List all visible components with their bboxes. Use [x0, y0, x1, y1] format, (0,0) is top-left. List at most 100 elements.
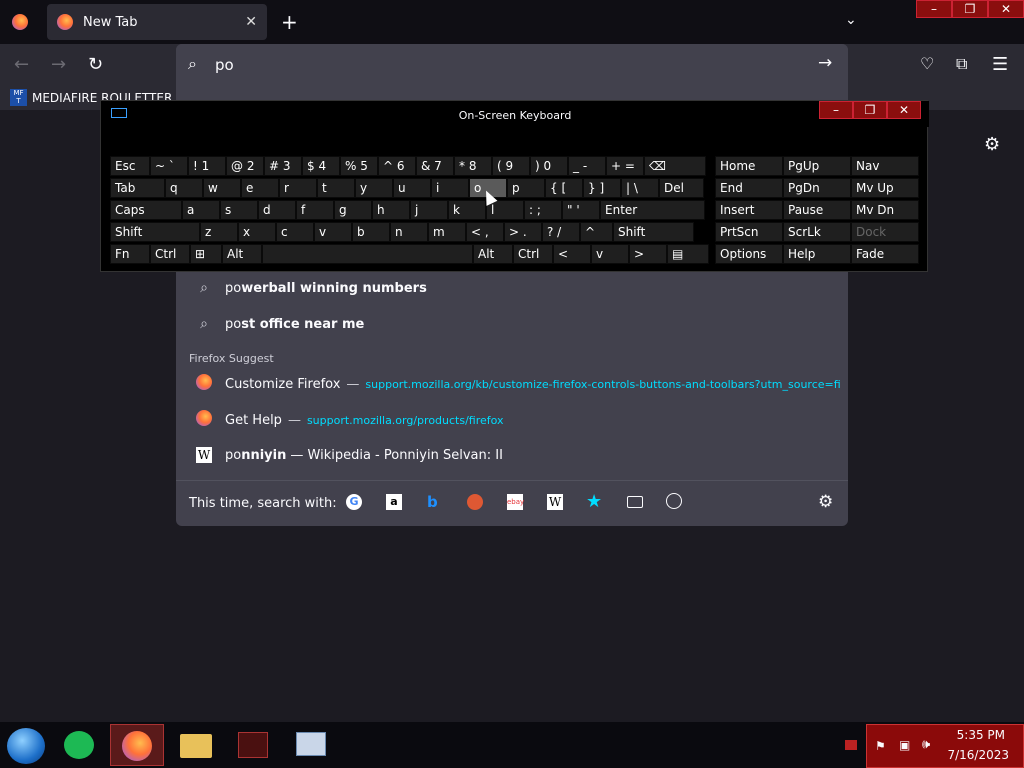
osk-key[interactable]: Del	[659, 178, 704, 198]
osk-key[interactable]: v	[314, 222, 352, 242]
osk-key[interactable]: ^	[580, 222, 613, 242]
backspace-icon[interactable]: ⌫	[644, 156, 706, 176]
taskbar-firefox-icon[interactable]	[110, 724, 164, 766]
osk-key[interactable]: ( 9	[492, 156, 530, 176]
osk-key[interactable]: Pause	[783, 200, 851, 220]
close-window-icon[interactable]: ✕	[887, 101, 921, 119]
osk-key[interactable]: Shift	[110, 222, 200, 242]
space-bar[interactable]	[262, 244, 473, 264]
taskbar-osk-icon[interactable]	[284, 724, 338, 766]
wikipedia-engine-icon[interactable]: W	[547, 494, 563, 510]
firefox-menu-icon[interactable]	[12, 14, 28, 30]
osk-key[interactable]: } ]	[583, 178, 621, 198]
osk-key[interactable]: u	[393, 178, 431, 198]
osk-key[interactable]: @ 2	[226, 156, 264, 176]
osk-key[interactable]: > .	[504, 222, 542, 242]
clock-date[interactable]: 7/16/2023	[947, 748, 1009, 762]
start-orb-icon[interactable]	[7, 728, 45, 764]
osk-key[interactable]: Esc	[110, 156, 150, 176]
osk-key[interactable]: Dock	[851, 222, 919, 242]
osk-key[interactable]: Alt	[473, 244, 513, 264]
osk-key[interactable]: PgDn	[783, 178, 851, 198]
osk-key[interactable]: Fn	[110, 244, 150, 264]
firefox-suggest-row[interactable]: Get Help — support.mozilla.org/products/…	[176, 402, 848, 438]
search-settings-icon[interactable]: ⚙	[818, 492, 833, 512]
osk-key[interactable]: Home	[715, 156, 783, 176]
osk-key[interactable]: Alt	[222, 244, 262, 264]
osk-key[interactable]: x	[238, 222, 276, 242]
osk-key[interactable]: j	[410, 200, 448, 220]
osk-key[interactable]: PrtScn	[715, 222, 783, 242]
clock-time[interactable]: 5:35 PM	[957, 728, 1005, 742]
osk-key[interactable]: Nav	[851, 156, 919, 176]
osk-key[interactable]: s	[220, 200, 258, 220]
taskbar-explorer-icon[interactable]	[168, 724, 222, 766]
osk-key[interactable]: c	[276, 222, 314, 242]
osk-key[interactable]: b	[352, 222, 390, 242]
osk-key[interactable]: ~ `	[150, 156, 188, 176]
osk-key[interactable]: ScrLk	[783, 222, 851, 242]
new-tab-icon[interactable]: +	[281, 10, 298, 34]
extensions-icon[interactable]: ⧉	[956, 54, 967, 74]
osk-key[interactable]: p	[507, 178, 545, 198]
osk-key[interactable]: a	[182, 200, 220, 220]
taskbar-app-icon[interactable]	[226, 724, 280, 766]
osk-key[interactable]: " '	[562, 200, 600, 220]
osk-key[interactable]: h	[372, 200, 410, 220]
osk-key[interactable]: & 7	[416, 156, 454, 176]
suggestion-row[interactable]: ⌕ po st office near me	[176, 306, 848, 342]
osk-key[interactable]: Insert	[715, 200, 783, 220]
osk-key[interactable]: v	[591, 244, 629, 264]
osk-key[interactable]: g	[334, 200, 372, 220]
osk-key[interactable]: # 3	[264, 156, 302, 176]
osk-key[interactable]: t	[317, 178, 355, 198]
ebay-icon[interactable]: ebay	[507, 494, 524, 510]
action-center-icon[interactable]: ⚑	[875, 739, 886, 753]
minimize-icon[interactable]: –	[916, 0, 952, 18]
back-icon[interactable]: ←	[14, 54, 29, 75]
osk-key[interactable]: e	[241, 178, 279, 198]
osk-key[interactable]: m	[428, 222, 466, 242]
osk-key[interactable]: z	[200, 222, 238, 242]
tab-new-tab[interactable]: New Tab ✕	[47, 4, 267, 40]
history-icon[interactable]	[666, 493, 682, 509]
forward-icon[interactable]: →	[51, 54, 66, 75]
close-tab-icon[interactable]: ✕	[245, 14, 257, 30]
suggestion-row[interactable]: ⌕ po werball winning numbers	[176, 270, 848, 306]
osk-key[interactable]: n	[390, 222, 428, 242]
newtab-settings-icon[interactable]: ⚙	[984, 134, 1000, 155]
osk-key[interactable]: Ctrl	[513, 244, 553, 264]
osk-key[interactable]: End	[715, 178, 783, 198]
osk-key[interactable]: y	[355, 178, 393, 198]
osk-key[interactable]: Ctrl	[150, 244, 190, 264]
urlbar[interactable]: ⌕ po →	[176, 44, 848, 85]
osk-key[interactable]: Help	[783, 244, 851, 264]
volume-icon[interactable]: 🕪	[922, 737, 930, 752]
osk-key[interactable]: | \	[621, 178, 659, 198]
reload-icon[interactable]: ↻	[88, 54, 103, 75]
osk-key[interactable]: k	[448, 200, 486, 220]
osk-key[interactable]: + =	[606, 156, 644, 176]
osk-key[interactable]: Options	[715, 244, 783, 264]
restore-icon[interactable]: ❐	[952, 0, 988, 18]
network-icon[interactable]: ▣	[899, 738, 910, 752]
osk-key[interactable]: _ -	[568, 156, 606, 176]
menu-key-icon[interactable]: ▤	[667, 244, 709, 264]
list-tabs-icon[interactable]: ⌄	[845, 12, 857, 28]
restore-icon[interactable]: ❐	[853, 101, 887, 119]
go-arrow-icon[interactable]: →	[818, 53, 832, 73]
osk-key[interactable]: * 8	[454, 156, 492, 176]
minimize-icon[interactable]: –	[819, 101, 853, 119]
osk-key[interactable]: ! 1	[188, 156, 226, 176]
osk-key[interactable]: : ;	[524, 200, 562, 220]
bing-icon[interactable]: b	[427, 493, 438, 511]
windows-logo-icon[interactable]: ⊞	[190, 244, 222, 264]
firefox-suggest-row[interactable]: Customize Firefox — support.mozilla.org/…	[176, 366, 848, 402]
bookmarks-star-icon[interactable]: ★	[586, 491, 602, 512]
osk-key[interactable]: < ,	[466, 222, 504, 242]
osk-key[interactable]: ) 0	[530, 156, 568, 176]
google-icon[interactable]: G	[346, 494, 362, 510]
menu-icon[interactable]: ☰	[992, 54, 1008, 75]
osk-key[interactable]: i	[431, 178, 469, 198]
tabs-icon[interactable]	[627, 496, 643, 508]
